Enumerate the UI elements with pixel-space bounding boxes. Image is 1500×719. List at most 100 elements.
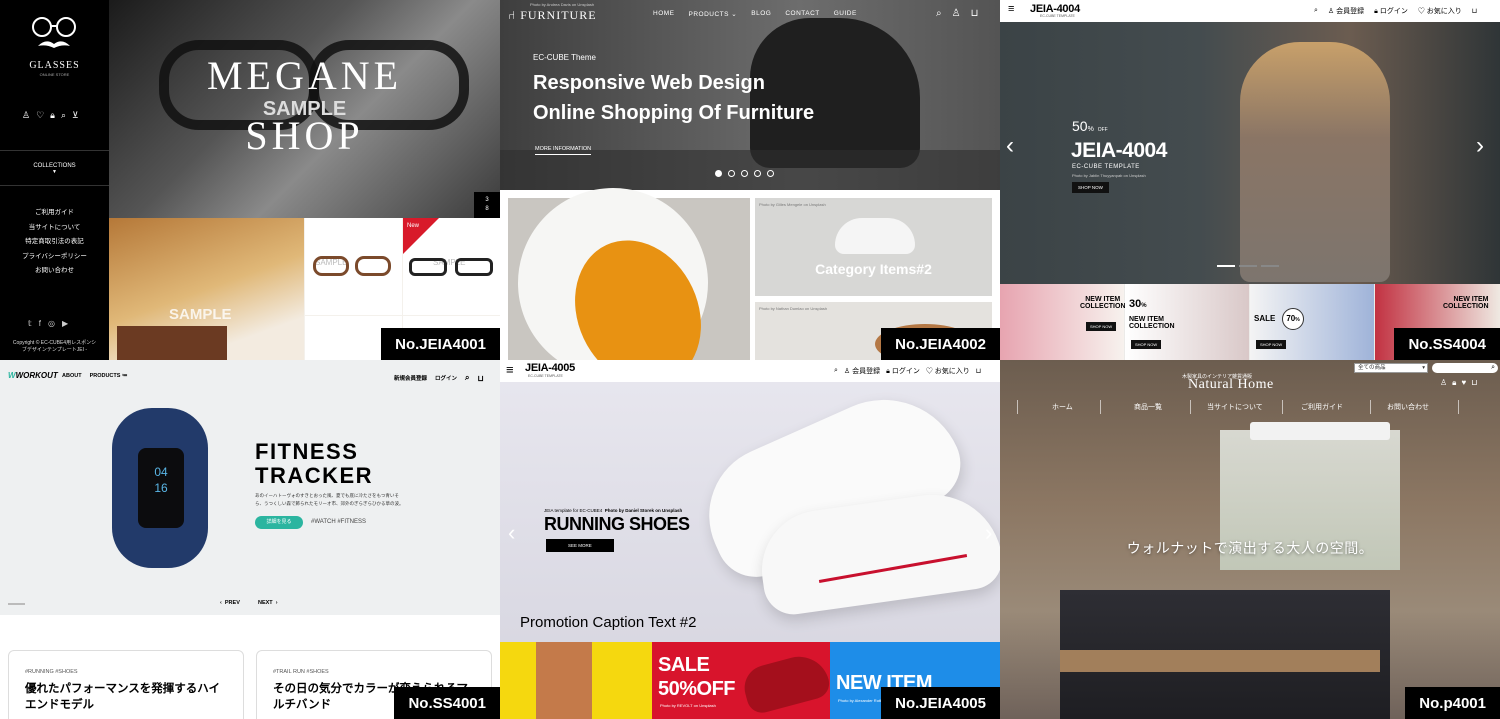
nav-favorites[interactable]: ♡ お気に入り [1418, 6, 1462, 16]
template-tile-jeia4002[interactable]: Photo by Andrea Davis on Unsplash ⑁ FURN… [500, 0, 1000, 360]
menu-item-tokushoho[interactable]: 特定商取引法の表記 [0, 235, 109, 250]
logo[interactable]: JEIA-4005 [525, 362, 575, 374]
cart-icon[interactable]: ⊔ [976, 367, 981, 375]
hero-slide[interactable]: JEIA template for EC-CUBE4 Photo by Dani… [500, 374, 1000, 642]
nav-register[interactable]: 新規会員登録 [394, 374, 427, 382]
product-card-new[interactable]: New SAMPLE [403, 218, 500, 315]
nav-products[interactable]: 商品一覧 [1134, 402, 1162, 412]
promo-banner[interactable]: NEW ITEM COLLECTION SHOP NOW [1000, 284, 1126, 360]
lamp-category-card[interactable] [500, 156, 750, 360]
cart-icon[interactable]: ⊻ [72, 110, 79, 121]
template-tile-ss4004[interactable]: JEIA-4004 EC-CUBE TEMPLATE ≡ ⌕ ♙ 会員登録 🔒︎… [1000, 0, 1500, 360]
slider-dot-active[interactable] [715, 170, 722, 177]
prev-button[interactable]: ‹ PREV [220, 600, 240, 606]
template-tile-jeia4001[interactable]: GLASSES ONLINE STORE ♙ ♡ 🔒︎ ⌕ ⊻ COLLECTI… [0, 0, 500, 360]
hero-slide[interactable]: 50% OFF JEIA-4004 EC-CUBE TEMPLATE Photo… [1000, 22, 1500, 284]
menu-item-privacy[interactable]: プライバシーポリシー [0, 250, 109, 265]
heart-icon[interactable]: ♥ [1461, 378, 1466, 388]
user-icon[interactable]: ♙ [22, 110, 30, 121]
category-select[interactable]: 全ての商品 ▾ [1354, 363, 1428, 373]
lock-icon[interactable]: 🔒︎ [50, 110, 55, 121]
nav-login[interactable]: 🔒︎ ログイン [1374, 6, 1408, 16]
nav-login[interactable]: 🔒︎ ログイン [886, 366, 920, 376]
slider-indicator[interactable] [1239, 265, 1257, 267]
nav-about[interactable]: ABOUT [62, 373, 82, 379]
slider-dot[interactable] [767, 170, 774, 177]
hero-slide[interactable]: Photo by Andrea Davis on Unsplash ⑁ FURN… [500, 0, 1000, 190]
chevron-right-icon[interactable]: › [1476, 132, 1484, 160]
search-icon[interactable]: ⌕ [936, 8, 942, 19]
nav-login[interactable]: ログイン [435, 374, 457, 382]
hero-slide[interactable]: WWORKOUT ABOUT PRODUCTS ≔ 新規会員登録 ログイン ⌕ … [0, 360, 500, 615]
cart-icon[interactable]: ⊔ [971, 8, 979, 19]
user-icon[interactable]: ♙ [952, 8, 961, 19]
sale-banner[interactable]: SALE 50%OFF Photo by REVOLT on Unsplash [652, 642, 833, 719]
menu-icon[interactable]: ≡ [1008, 4, 1014, 15]
feature-photo[interactable]: SAMPLE [109, 218, 304, 360]
more-info-link[interactable]: MORE INFORMATION [535, 146, 592, 155]
search-icon[interactable]: ⌕ [465, 373, 469, 383]
nav-products[interactable]: PRODUCTS ⌄ [689, 10, 738, 18]
lock-icon[interactable]: 🔒︎ [1452, 378, 1456, 388]
nav-register[interactable]: ♙ 会員登録 [1328, 6, 1364, 16]
menu-item-guide[interactable]: ご利用ガイド [0, 206, 109, 221]
facebook-icon[interactable]: f [39, 319, 41, 328]
banner-tattoo[interactable] [500, 642, 652, 719]
search-icon[interactable]: ⌕ [1314, 7, 1318, 15]
see-more-button[interactable]: SEE MORE [546, 539, 614, 552]
template-tile-jeia4005[interactable]: ≡ JEIA-4005 EC-CUBE TEMPLATE ⌕ ♙ 会員登録 🔒︎… [500, 360, 1000, 719]
search-icon[interactable]: ⌕ [834, 367, 838, 375]
nav-favorites[interactable]: ♡ お気に入り [926, 366, 970, 376]
shop-now-button[interactable]: SHOP NOW [1256, 340, 1287, 349]
shop-now-button[interactable]: SHOP NOW [1086, 322, 1117, 331]
collections-toggle[interactable]: COLLECTIONS ▼ [0, 150, 109, 186]
nav-about[interactable]: 当サイトについて [1207, 402, 1263, 412]
shop-now-button[interactable]: SHOP NOW [1131, 340, 1162, 349]
heart-icon[interactable]: ♡ [36, 110, 44, 121]
slider-indicator-active[interactable] [1217, 265, 1235, 267]
nav-home[interactable]: HOME [653, 10, 675, 18]
product-card[interactable]: SAMPLE [305, 218, 402, 315]
slider-dot[interactable] [741, 170, 748, 177]
template-tile-p4001[interactable]: 全ての商品 ▾ ⌕ 木製家具のインテリア雑貨通販 Natural Home ♙ 🔒… [1000, 360, 1500, 719]
cart-icon[interactable]: ⊔ [1472, 7, 1477, 15]
hero-slide[interactable]: MEGANE SAMPLE SHOP 3 8 [109, 0, 500, 218]
logo[interactable]: Natural Home [1188, 377, 1274, 393]
chair-category-card[interactable]: Photo by Gilles Mengele on Unsplash Cate… [755, 198, 992, 296]
nav-home[interactable]: ホーム [1052, 402, 1073, 412]
search-icon[interactable]: ⌕ [61, 110, 66, 121]
nav-guide[interactable]: GUIDE [834, 10, 857, 18]
instagram-icon[interactable]: ◎ [48, 319, 55, 328]
promo-banner[interactable]: 30% NEW ITEM COLLECTION SHOP NOW [1125, 284, 1249, 360]
logo[interactable]: ⑁ FURNITURE [508, 8, 597, 23]
nav-guide[interactable]: ご利用ガイド [1301, 402, 1343, 412]
chevron-left-icon[interactable]: ‹ [1006, 132, 1014, 160]
nav-register[interactable]: ♙ 会員登録 [844, 366, 880, 376]
next-button[interactable]: NEXT › [258, 600, 278, 606]
menu-item-about[interactable]: 当サイトについて [0, 221, 109, 236]
detail-button[interactable]: 詳細を見る [255, 516, 303, 529]
template-tile-ss4001[interactable]: WWORKOUT ABOUT PRODUCTS ≔ 新規会員登録 ログイン ⌕ … [0, 360, 500, 719]
slider-dot[interactable] [754, 170, 761, 177]
search-icon[interactable]: ⌕ [1491, 363, 1495, 372]
slider-indicator[interactable] [1261, 265, 1279, 267]
chevron-left-icon[interactable]: ‹ [508, 520, 515, 546]
promo-banner[interactable]: SALE 70% SHOP NOW [1250, 284, 1374, 360]
youtube-icon[interactable]: ▶ [62, 319, 68, 328]
article-card[interactable]: #RUNNING #SHOES 優れたパフォーマンスを発揮するハイ エンドモデル [8, 650, 244, 719]
search-input[interactable]: ⌕ [1432, 363, 1498, 373]
cart-icon[interactable]: ⊔ [478, 374, 484, 383]
cart-icon[interactable]: ⊔ [1471, 378, 1477, 388]
user-icon[interactable]: ♙ [1440, 378, 1447, 388]
logo[interactable]: WWORKOUT [8, 371, 58, 380]
chevron-right-icon[interactable]: › [985, 520, 992, 546]
menu-item-contact[interactable]: お問い合わせ [0, 264, 109, 279]
twitter-icon[interactable]: 𝕥 [28, 319, 32, 328]
menu-icon[interactable]: ≡ [506, 363, 514, 376]
nav-products[interactable]: PRODUCTS ≔ [90, 373, 128, 379]
shop-now-button[interactable]: SHOP NOW [1072, 182, 1109, 193]
nav-contact[interactable]: お問い合わせ [1387, 402, 1429, 412]
nav-blog[interactable]: BLOG [751, 10, 771, 18]
nav-contact[interactable]: CONTACT [785, 10, 819, 18]
slider-dot[interactable] [728, 170, 735, 177]
